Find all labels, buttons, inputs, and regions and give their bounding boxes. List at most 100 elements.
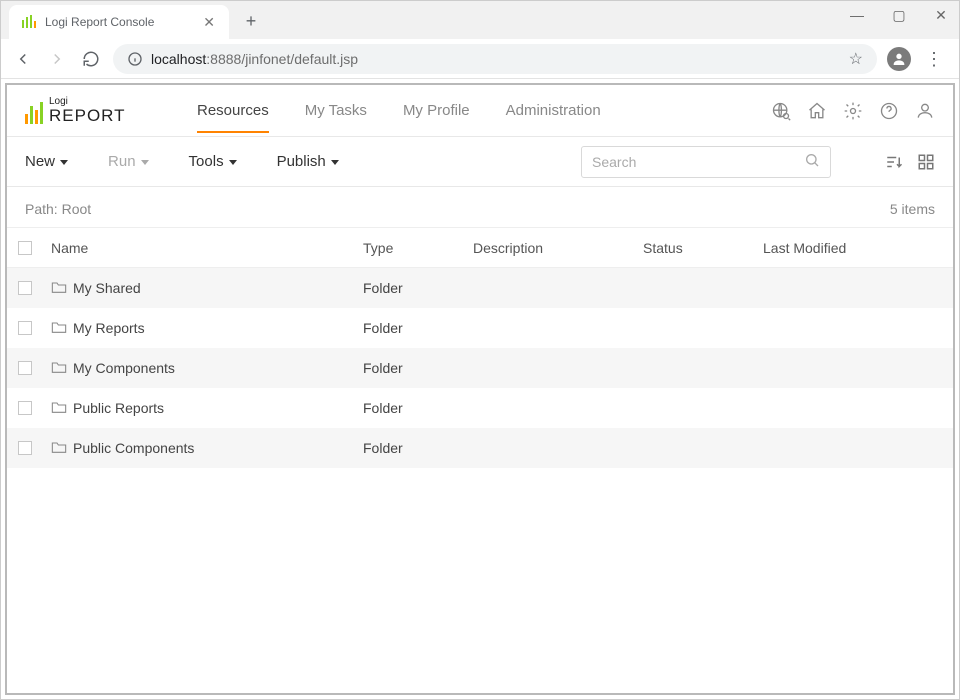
toolbar-publish-label: Publish [277, 153, 326, 170]
row-name-cell[interactable]: My Components [43, 360, 363, 377]
row-name-text: My Shared [73, 280, 141, 296]
toolbar-publish[interactable]: Publish [277, 153, 339, 170]
toolbar-run[interactable]: Run [108, 153, 149, 170]
row-name-cell[interactable]: Public Components [43, 440, 363, 457]
row-name-cell[interactable]: My Reports [43, 320, 363, 337]
logo-bars-icon [25, 100, 43, 124]
path-bar: Path: Root 5 items [7, 187, 953, 228]
row-checkbox[interactable] [18, 321, 32, 335]
url-path: /jinfonet/default.jsp [241, 51, 358, 67]
search-icon[interactable] [804, 152, 820, 171]
sort-icon[interactable] [885, 153, 903, 171]
site-info-icon[interactable] [127, 51, 143, 67]
table-row[interactable]: My Components Folder [7, 348, 953, 388]
app-root: Logi REPORT Resources My Tasks My Profil… [5, 83, 955, 695]
column-name[interactable]: Name [43, 240, 363, 256]
row-name-cell[interactable]: My Shared [43, 280, 363, 297]
settings-gear-icon[interactable] [843, 101, 863, 121]
tab-close-button[interactable]: ✕ [201, 14, 217, 31]
help-icon[interactable] [879, 101, 899, 121]
nav-resources[interactable]: Resources [197, 96, 269, 125]
table-row[interactable]: My Reports Folder [7, 308, 953, 348]
toolbar-new-label: New [25, 153, 55, 170]
table-row[interactable]: My Shared Folder [7, 268, 953, 308]
tab-favicon [21, 14, 37, 30]
select-all-checkbox[interactable] [18, 241, 32, 255]
browser-right-icons: ⋮ [887, 47, 949, 71]
folder-icon [51, 320, 67, 337]
row-type: Folder [363, 320, 473, 336]
app-header: Logi REPORT Resources My Tasks My Profil… [7, 85, 953, 137]
profile-avatar-button[interactable] [887, 47, 911, 71]
table-row[interactable]: Public Reports Folder [7, 388, 953, 428]
path-label: Path: [25, 201, 58, 217]
logo-text: Logi REPORT [49, 97, 126, 124]
column-last-modified[interactable]: Last Modified [763, 240, 935, 256]
row-check-cell [7, 441, 43, 455]
row-name-text: Public Components [73, 440, 194, 456]
row-type: Folder [363, 440, 473, 456]
browser-titlebar: Logi Report Console ✕ + — ▢ ✕ [1, 1, 959, 39]
select-all-cell [7, 241, 43, 255]
window-close-button[interactable]: ✕ [929, 7, 953, 24]
table-body: My Shared Folder My Reports Folder My Co… [7, 268, 953, 468]
browser-tab[interactable]: Logi Report Console ✕ [9, 5, 229, 39]
bookmark-star-icon[interactable]: ☆ [849, 49, 863, 69]
column-type[interactable]: Type [363, 240, 473, 256]
row-checkbox[interactable] [18, 401, 32, 415]
toolbar-run-label: Run [108, 153, 136, 170]
browser-window: Logi Report Console ✕ + — ▢ ✕ localhost:… [0, 0, 960, 700]
url-port: :8888 [206, 51, 241, 67]
folder-icon [51, 360, 67, 377]
nav-my-tasks[interactable]: My Tasks [305, 96, 367, 125]
window-minimize-button[interactable]: — [845, 7, 869, 24]
path-value: Root [62, 201, 92, 217]
header-icons [771, 101, 935, 121]
row-check-cell [7, 321, 43, 335]
user-icon[interactable] [915, 101, 935, 121]
row-name-cell[interactable]: Public Reports [43, 400, 363, 417]
nav-my-profile[interactable]: My Profile [403, 96, 470, 125]
row-type: Folder [363, 360, 473, 376]
nav-forward-button[interactable] [45, 47, 69, 71]
nav-back-button[interactable] [11, 47, 35, 71]
folder-icon [51, 280, 67, 297]
column-status[interactable]: Status [643, 240, 763, 256]
globe-search-icon[interactable] [771, 101, 791, 121]
window-maximize-button[interactable]: ▢ [887, 7, 911, 24]
column-description[interactable]: Description [473, 240, 643, 256]
app-logo: Logi REPORT [25, 97, 155, 124]
folder-icon [51, 440, 67, 457]
row-type: Folder [363, 400, 473, 416]
row-name-text: My Reports [73, 320, 145, 336]
search-input[interactable] [592, 154, 804, 170]
row-name-text: My Components [73, 360, 175, 376]
item-count: 5 items [890, 201, 935, 217]
main-nav: Resources My Tasks My Profile Administra… [197, 96, 601, 125]
table-row[interactable]: Public Components Folder [7, 428, 953, 468]
toolbar: New Run Tools Publish [7, 137, 953, 187]
view-icons [885, 153, 935, 171]
toolbar-new[interactable]: New [25, 153, 68, 170]
home-icon[interactable] [807, 101, 827, 121]
row-check-cell [7, 361, 43, 375]
chevron-down-icon [141, 160, 149, 165]
nav-administration[interactable]: Administration [506, 96, 601, 125]
row-checkbox[interactable] [18, 441, 32, 455]
chevron-down-icon [60, 160, 68, 165]
window-controls: — ▢ ✕ [845, 7, 953, 24]
browser-address-bar: localhost:8888/jinfonet/default.jsp ☆ ⋮ [1, 39, 959, 79]
table-header: Name Type Description Status Last Modifi… [7, 228, 953, 268]
path-text: Path: Root [25, 201, 91, 217]
row-checkbox[interactable] [18, 361, 32, 375]
new-tab-button[interactable]: + [237, 7, 265, 35]
file-table: Name Type Description Status Last Modifi… [7, 228, 953, 468]
nav-reload-button[interactable] [79, 47, 103, 71]
address-field[interactable]: localhost:8888/jinfonet/default.jsp ☆ [113, 44, 877, 74]
browser-menu-button[interactable]: ⋮ [919, 57, 949, 61]
url-host: localhost [151, 51, 206, 67]
grid-view-icon[interactable] [917, 153, 935, 171]
row-checkbox[interactable] [18, 281, 32, 295]
toolbar-tools[interactable]: Tools [189, 153, 237, 170]
search-box[interactable] [581, 146, 831, 178]
